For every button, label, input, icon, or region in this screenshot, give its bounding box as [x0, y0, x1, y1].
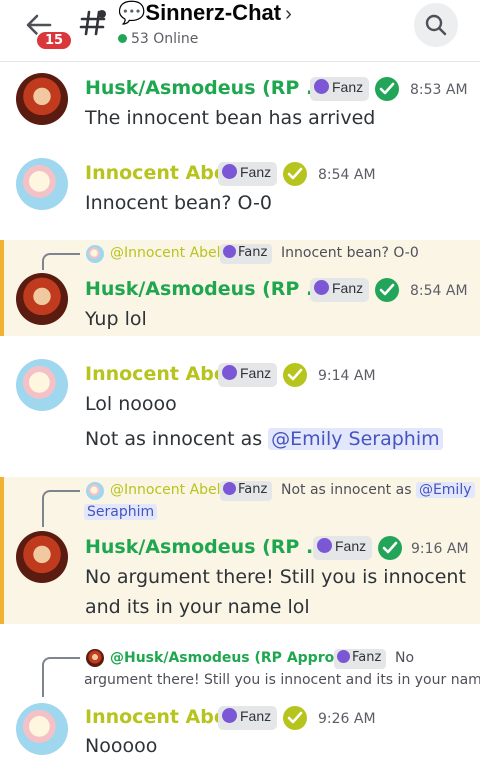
check-icon [283, 162, 307, 186]
channel-name: 💬Sinnerz-Chat [118, 0, 282, 25]
reply-text: Seraphim [84, 504, 158, 520]
reply-author: @Innocent Abel [110, 245, 221, 261]
user-mention[interactable]: @Emily Seraphim [268, 428, 443, 450]
message-text: Lol noooo [85, 393, 177, 415]
skull-icon [337, 650, 350, 663]
channel-header: 15 💬Sinnerz-Chat › 53 Online [0, 0, 480, 62]
reply-author: @Husk/Asmodeus (RP Approved) [110, 650, 370, 666]
message-text: Innocent bean? O-0 [85, 192, 272, 214]
message-text: and its in your name lol [85, 596, 310, 618]
reply-connector [42, 490, 80, 527]
online-dot-icon [118, 34, 127, 43]
reply-connector [42, 253, 80, 270]
channel-title[interactable]: 💬Sinnerz-Chat › [118, 0, 292, 26]
reply-role-tag: Fanz [334, 649, 387, 669]
message[interactable]: Husk/Asmodeus (RP ... Fanz 8:53 AM The i… [0, 63, 480, 148]
reply-author: @Innocent Abel [110, 482, 221, 498]
avatar[interactable] [16, 273, 68, 325]
search-icon [425, 14, 447, 36]
message-text: Nooooo [85, 735, 158, 757]
role-tag: Fanz [310, 77, 370, 101]
skull-icon [222, 164, 237, 179]
message[interactable]: @Husk/Asmodeus (RP Approved) Fanz No arg… [0, 640, 480, 762]
avatar[interactable] [16, 703, 68, 755]
author-name[interactable]: Innocent Abel [85, 162, 233, 184]
timestamp: 8:54 AM [318, 167, 376, 183]
user-mention[interactable]: Seraphim [84, 504, 158, 520]
skull-icon [314, 79, 329, 94]
skull-icon [222, 708, 237, 723]
online-label: 53 Online [131, 31, 199, 47]
role-tag: Fanz [313, 536, 373, 560]
reply-text: Not as innocent as @Emily [281, 482, 475, 498]
search-button[interactable] [414, 3, 458, 47]
reply-role-tag: Fanz [220, 481, 273, 501]
message-mention[interactable]: @Innocent Abel Fanz Not as innocent as @… [0, 477, 480, 624]
reply-text: argument there! Still you is innocent an… [84, 672, 480, 688]
role-tag: Fanz [310, 278, 370, 302]
chevron-right-icon: › [285, 3, 292, 25]
avatar[interactable] [16, 158, 68, 210]
message-text: No argument there! Still you is innocent [85, 566, 466, 588]
check-icon [375, 77, 399, 101]
timestamp: 9:26 AM [318, 711, 376, 727]
message-text: The innocent bean has arrived [85, 107, 376, 129]
unread-badge: 15 [35, 30, 74, 51]
reply-connector [42, 657, 80, 697]
hash-icon [78, 8, 108, 38]
message-mention[interactable]: @Innocent Abel Fanz Innocent bean? O-0 H… [0, 240, 480, 336]
online-count: 53 Online [118, 31, 198, 47]
check-icon [283, 363, 307, 387]
author-name[interactable]: Husk/Asmodeus (RP ... [85, 278, 328, 300]
check-icon [375, 278, 399, 302]
reply-avatar [86, 245, 104, 263]
reply-avatar [86, 649, 104, 667]
role-tag: Fanz [218, 162, 278, 186]
user-mention[interactable]: @Emily [415, 482, 475, 498]
avatar[interactable] [16, 73, 68, 125]
message[interactable]: Innocent Abel Fanz 9:14 AM Lol noooo Not… [0, 349, 480, 469]
skull-icon [223, 245, 236, 258]
author-name[interactable]: Innocent Abel [85, 706, 233, 728]
skull-icon [222, 365, 237, 380]
reply-role-tag: Fanz [220, 244, 273, 264]
author-name[interactable]: Innocent Abel [85, 363, 233, 385]
message-text: Not as innocent as @Emily Seraphim [85, 424, 443, 454]
author-name[interactable]: Husk/Asmodeus (RP ... [85, 536, 328, 558]
role-tag: Fanz [218, 706, 278, 730]
skull-icon [314, 280, 329, 295]
message[interactable]: Innocent Abel Fanz 8:54 AM Innocent bean… [0, 148, 480, 240]
check-icon [283, 706, 307, 730]
skull-icon [317, 538, 332, 553]
timestamp: 9:14 AM [318, 368, 376, 384]
timestamp: 8:54 AM [410, 283, 468, 299]
timestamp: 9:16 AM [411, 541, 469, 557]
reply-text: No [395, 650, 415, 666]
role-tag: Fanz [218, 363, 278, 387]
reply-avatar [86, 482, 104, 500]
avatar[interactable] [16, 531, 68, 583]
message-text: Yup lol [85, 308, 147, 330]
author-name[interactable]: Husk/Asmodeus (RP ... [85, 77, 328, 99]
timestamp: 8:53 AM [410, 82, 468, 98]
avatar[interactable] [16, 359, 68, 411]
check-icon [378, 536, 402, 560]
skull-icon [223, 482, 236, 495]
reply-text: Innocent bean? O-0 [281, 245, 419, 261]
